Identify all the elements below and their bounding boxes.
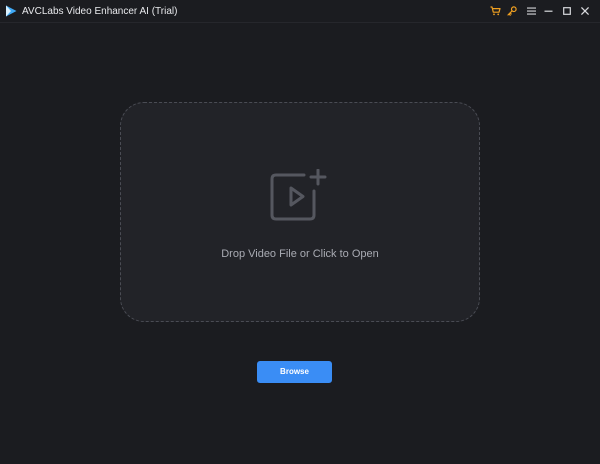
app-logo-icon (6, 5, 17, 17)
minimize-button[interactable] (541, 4, 555, 18)
window-title: AVCLabs Video Enhancer AI (Trial) (22, 6, 178, 17)
add-video-icon (270, 169, 327, 221)
drop-zone[interactable]: Drop Video File or Click to Open (120, 102, 480, 322)
title-bar[interactable]: AVCLabs Video Enhancer AI (Trial) (0, 0, 600, 23)
cart-button[interactable] (488, 4, 502, 18)
browse-button[interactable]: Browse (257, 361, 332, 383)
menu-icon (526, 7, 536, 15)
close-icon (581, 7, 589, 15)
minimize-icon (544, 10, 552, 12)
maximize-icon (563, 7, 571, 15)
close-button[interactable] (578, 4, 592, 18)
key-icon (507, 6, 517, 16)
app-window: AVCLabs Video Enhancer AI (Trial) Drop V… (0, 0, 600, 464)
cart-icon (490, 6, 501, 16)
register-key-button[interactable] (505, 4, 519, 18)
menu-button[interactable] (524, 4, 538, 18)
maximize-button[interactable] (560, 4, 574, 18)
drop-hint-text: Drop Video File or Click to Open (221, 248, 379, 260)
